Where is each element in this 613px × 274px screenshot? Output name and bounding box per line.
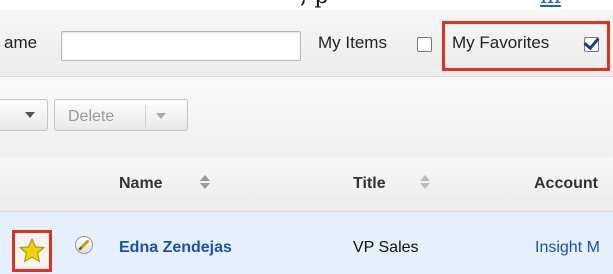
chevron-down-icon[interactable] — [156, 113, 166, 119]
my-items-checkbox[interactable] — [417, 37, 432, 52]
top-cropped-text: ; p m — [0, 0, 613, 10]
chevron-down-icon — [25, 112, 35, 118]
column-header-account[interactable]: Account — [534, 175, 598, 193]
my-favorites-checkbox[interactable] — [584, 37, 599, 52]
sort-icon[interactable] — [420, 173, 430, 191]
my-favorites-label: My Favorites — [452, 33, 550, 52]
action-bar: Delete — [0, 77, 613, 158]
name-filter-label: ame — [4, 33, 38, 52]
star-icon[interactable] — [15, 233, 49, 269]
mass-action-dropdown-button[interactable] — [0, 99, 48, 131]
table-row: Edna Zendejas VP Sales Insight M — [0, 212, 613, 274]
pencil-icon — [78, 240, 89, 251]
name-filter-input[interactable] — [61, 31, 301, 61]
edit-record-button[interactable] — [75, 236, 93, 254]
record-account-link[interactable]: Insight M — [535, 239, 600, 257]
table-header: Name Title Account — [0, 157, 613, 212]
cropped-text: ; p — [300, 0, 329, 9]
cropped-link[interactable]: m — [540, 0, 561, 9]
my-items-label: My Items — [318, 33, 387, 52]
filter-bar: ame My Items My Favorites — [0, 10, 613, 77]
button-divider — [145, 105, 146, 127]
record-title: VP Sales — [353, 239, 419, 256]
column-header-title[interactable]: Title — [353, 175, 386, 193]
delete-button[interactable]: Delete — [68, 108, 114, 126]
record-name-link[interactable]: Edna Zendejas — [119, 239, 232, 257]
column-header-name[interactable]: Name — [119, 175, 163, 193]
sort-icon[interactable] — [200, 173, 210, 191]
favorite-star-highlight[interactable] — [12, 230, 52, 272]
